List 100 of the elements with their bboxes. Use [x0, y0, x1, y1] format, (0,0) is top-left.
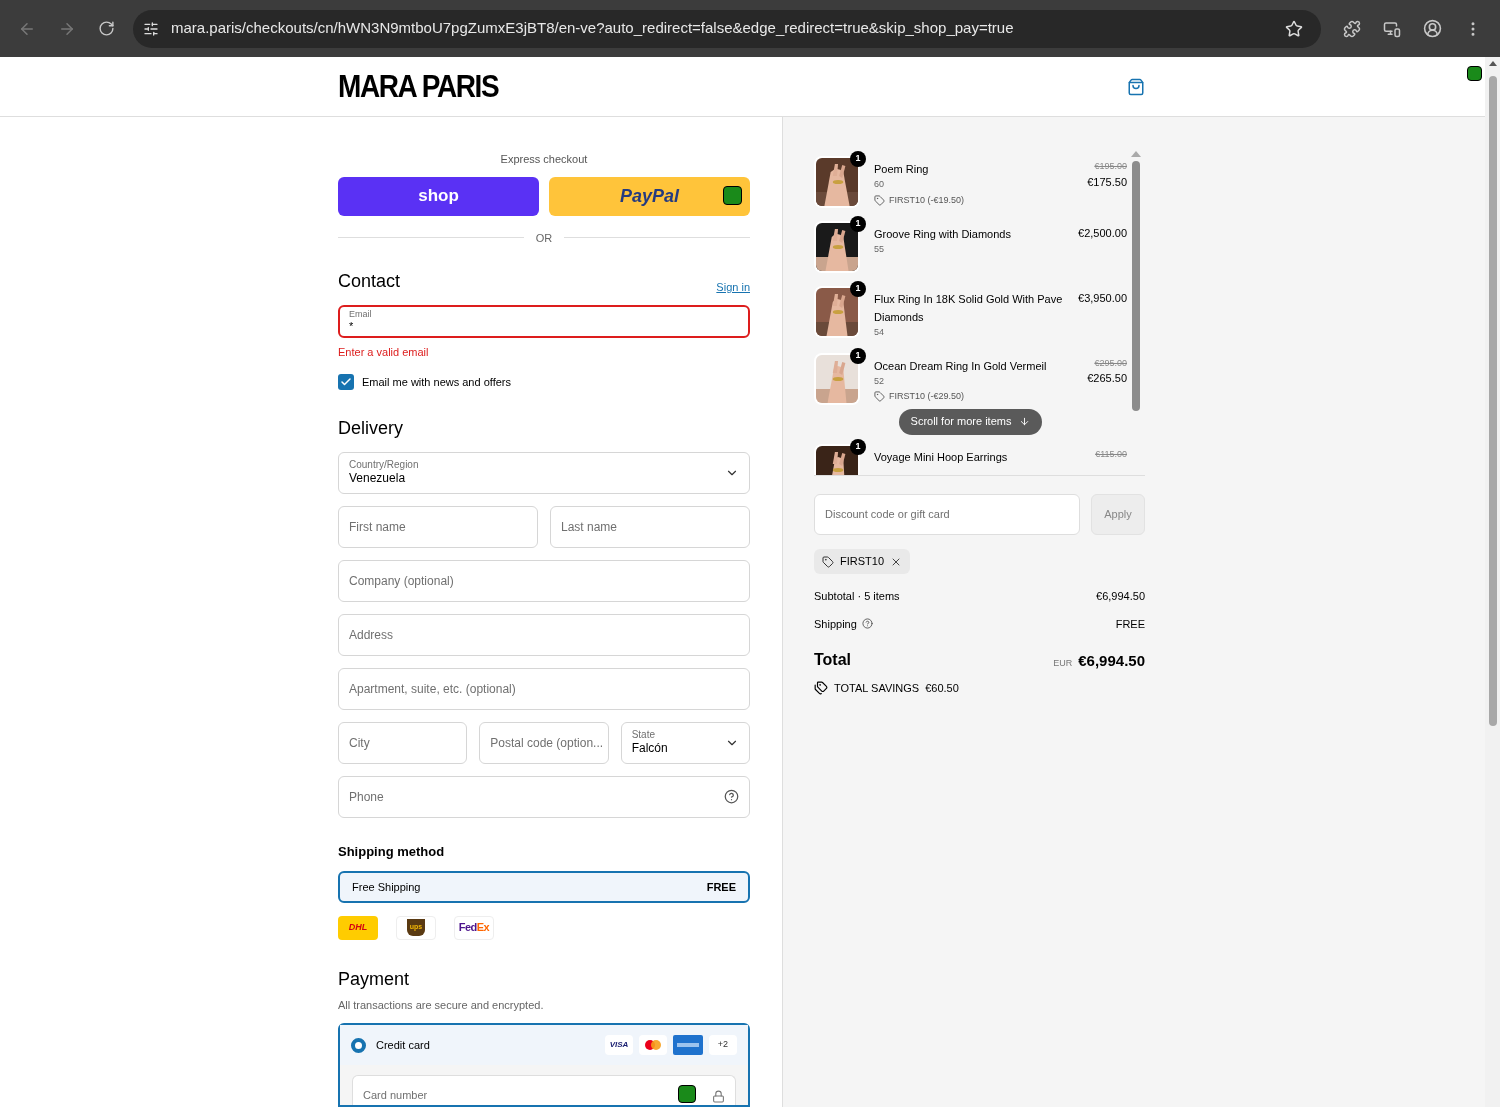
placeholder-text: Apartment, suite, etc. (optional) [349, 680, 516, 698]
section-heading: Payment [338, 967, 411, 991]
square-marker-icon [678, 1085, 696, 1103]
input-field[interactable]: Postal code (option... [479, 721, 609, 764]
amex-card-icon [673, 1035, 703, 1055]
total-label: Total [814, 650, 852, 670]
savings-label: TOTAL SAVINGS [834, 681, 920, 696]
placeholder-text: Discount code or gift card [825, 507, 950, 523]
site-info-icon[interactable] [143, 20, 159, 37]
input-field[interactable]: Address [338, 613, 750, 656]
section-heading: Contact [338, 270, 401, 293]
square-marker-icon [723, 185, 742, 205]
input-field[interactable]: City [338, 721, 468, 764]
input-field[interactable]: Phone [338, 775, 750, 818]
express-checkout-label: Express checkout [500, 152, 588, 167]
select-field[interactable]: State Falcón [620, 721, 750, 764]
cast-icon[interactable] [1383, 19, 1401, 38]
placeholder-text: Last name [561, 518, 618, 536]
field-label: Country/Region [349, 459, 419, 472]
quantity-badge: 1 [850, 151, 866, 167]
discount-label: FIRST10 (-€29.50) [889, 390, 965, 403]
original-price: €115.00 [1095, 447, 1127, 461]
field-label: State [631, 729, 656, 742]
input-field[interactable]: Company (optional) [338, 559, 750, 602]
email-field[interactable]: Email * [338, 305, 750, 338]
help-icon[interactable] [861, 618, 873, 630]
subtotal-label: Subtotal · 5 items [814, 589, 900, 604]
payment-option[interactable]: Credit card VISA +2 [340, 1025, 748, 1065]
sign-in-link[interactable]: Sign in [716, 278, 750, 295]
placeholder-text: Address [349, 626, 394, 644]
card-number-field[interactable]: Card number [352, 1075, 736, 1105]
fedex-logo: FedEx [454, 915, 494, 940]
reload-icon[interactable] [98, 20, 115, 37]
original-price: €295.00 [1094, 356, 1127, 370]
placeholder-text: City [349, 734, 370, 752]
subtotal-value: €6,994.50 [1096, 589, 1145, 604]
scroll-hint-button[interactable]: Scroll for more items [898, 408, 1043, 435]
tag-icon [874, 194, 885, 206]
shipping-option[interactable]: Free Shipping FREE [338, 871, 750, 903]
select-field[interactable]: Country/Region Venezuela [338, 451, 750, 494]
quantity-badge: 1 [850, 216, 866, 232]
section-heading: Shipping method [338, 842, 446, 861]
tag-icon [822, 555, 834, 568]
placeholder-text: Postal code (option... [490, 734, 604, 752]
payment-label: Credit card [376, 1037, 431, 1053]
currency-code: EUR [1053, 656, 1073, 670]
shipping-price: FREE [706, 879, 736, 895]
placeholder-text: Phone [349, 788, 384, 806]
store-logo[interactable]: MARA PARIS [338, 62, 499, 111]
lock-icon [712, 1090, 725, 1103]
input-field[interactable]: First name [338, 505, 538, 548]
profile-icon[interactable] [1423, 19, 1442, 38]
checkbox[interactable] [338, 374, 354, 391]
quantity-badge: 1 [850, 281, 866, 297]
placeholder-text: First name [349, 518, 406, 536]
address-bar[interactable]: mara.paris/checkouts/cn/hWN3N9mtboU7pgZumxE3jBT8/en-ve?auto_redirect=false&edge_redirect=true&skip_shop_pay=true [133, 9, 1321, 48]
shipping-name: Free Shipping [352, 879, 421, 895]
url-text: mara.paris/checkouts/cn/hWN3N9mtboU7pgZumxE3jBT8/en-ve?auto_redirect=false&edge_redirect=true&skip_shop_pay=true [171, 18, 1015, 39]
discount-label: FIRST10 (-€19.50) [889, 193, 965, 207]
product-name: Groove Ring with Diamonds [874, 227, 1012, 242]
extensions-icon[interactable] [1343, 19, 1361, 38]
payment-note: All transactions are secure and encrypted. [338, 997, 545, 1013]
field-value: * [349, 320, 355, 334]
shopping-bag-icon[interactable] [1127, 77, 1145, 96]
arrow-down-icon [1019, 416, 1031, 427]
checkbox-label: Email me with news and offers [362, 375, 511, 391]
shipping-value: FREE [1115, 616, 1145, 632]
quantity-badge: 1 [850, 438, 866, 455]
square-marker-icon [1467, 66, 1482, 81]
product-price: €265.50 [1087, 371, 1127, 386]
section-heading: Delivery [338, 416, 404, 440]
help-icon[interactable] [724, 789, 739, 805]
paypal-button[interactable]: PayPal [549, 176, 750, 216]
total-value: €6,994.50 [1078, 650, 1145, 671]
product-variant: 55 [874, 243, 885, 256]
mastercard-icon [639, 1035, 667, 1055]
shipping-label: Shipping [814, 616, 857, 632]
dhl-logo: DHL [338, 915, 378, 940]
product-price: €175.50 [1087, 174, 1127, 190]
radio-button[interactable] [351, 1037, 366, 1053]
tag-icon [874, 391, 885, 403]
original-price: €195.00 [1094, 160, 1127, 173]
visa-logo: VISA [605, 1035, 633, 1055]
error-message: Enter a valid email [338, 344, 430, 360]
product-variant: 60 [874, 178, 885, 191]
bookmark-star-icon[interactable] [1285, 19, 1303, 38]
shop-pay-button[interactable]: shop [338, 176, 539, 216]
product-variant: 54 [874, 326, 885, 339]
placeholder-text: Card number [363, 1087, 428, 1103]
input-field[interactable]: Apartment, suite, etc. (optional) [338, 667, 750, 710]
product-name: Voyage Mini Hoop Earrings [874, 449, 1009, 465]
placeholder-text: Company (optional) [349, 572, 454, 590]
quantity-badge: 1 [850, 347, 866, 364]
product-price: €2,500.00 [1078, 226, 1127, 241]
input-field[interactable]: Last name [550, 505, 750, 548]
page-scrollbar[interactable] [1485, 57, 1500, 1107]
field-value: Venezuela [349, 471, 407, 487]
product-name: Ocean Dream Ring In Gold Vermeil [874, 358, 1048, 374]
product-name: Poem Ring [874, 162, 930, 177]
product-price: €3,950.00 [1078, 291, 1127, 306]
